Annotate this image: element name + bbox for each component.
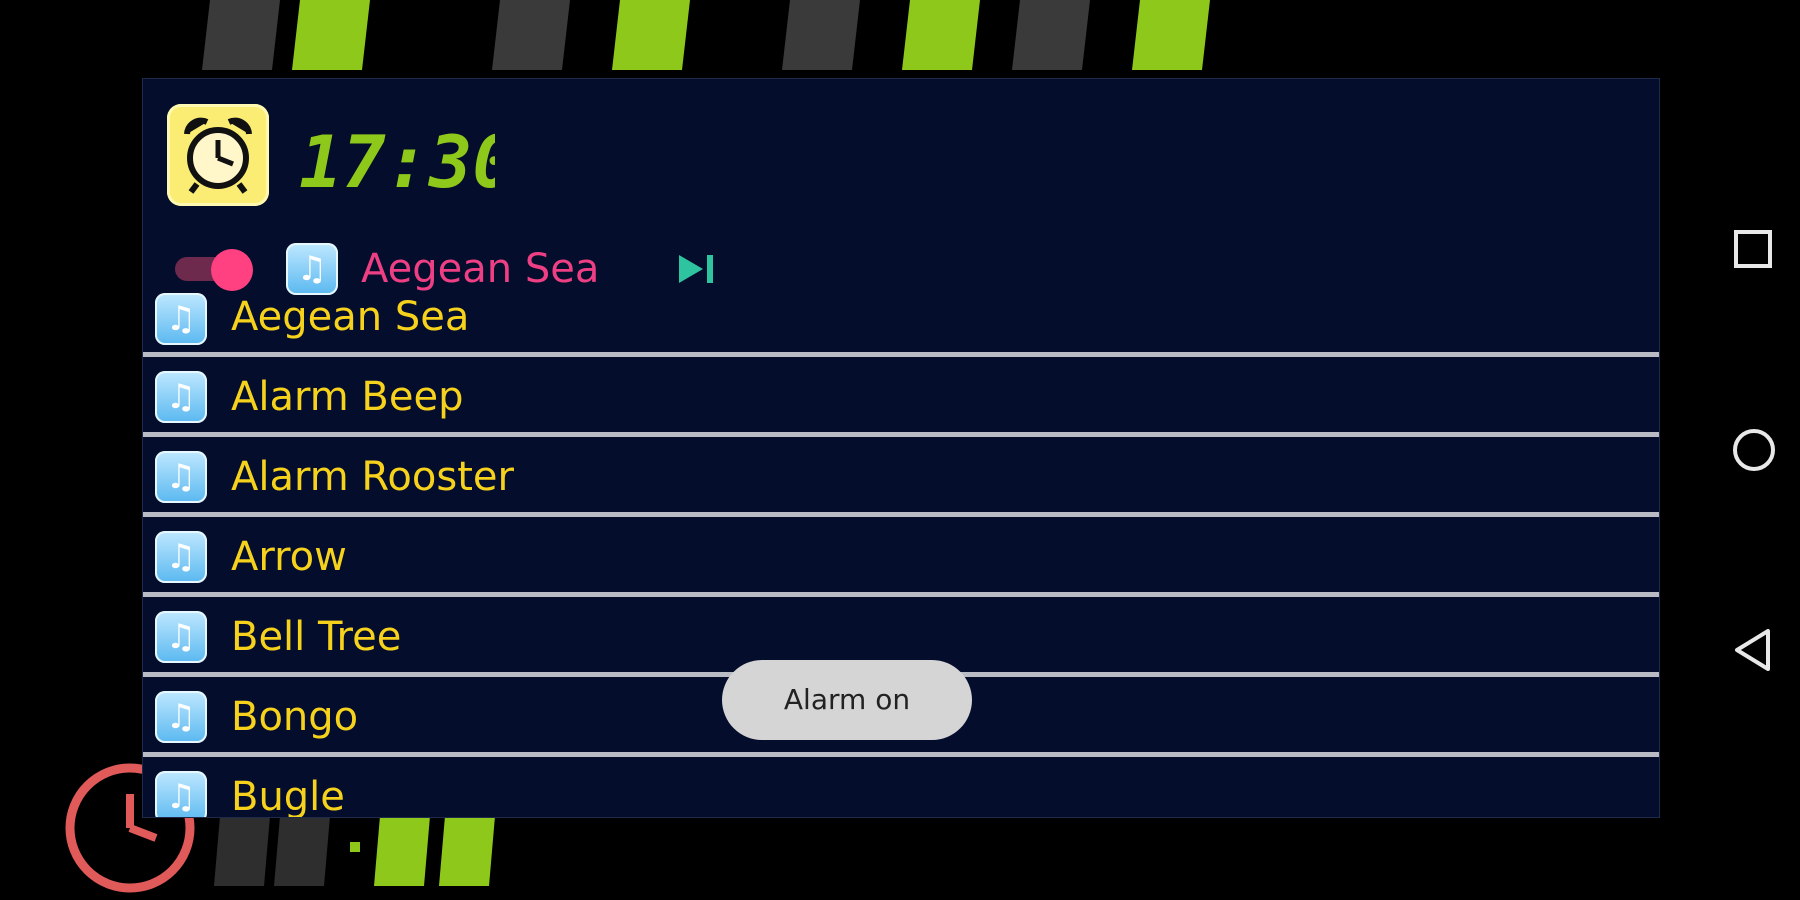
sound-label: Aegean Sea xyxy=(231,294,470,340)
music-note-icon: ♫ xyxy=(155,293,207,345)
music-note-icon: ♫ xyxy=(155,371,207,423)
alarm-time-display[interactable]: 17:30 xyxy=(295,121,495,197)
list-item[interactable]: ♫ Aegean Sea xyxy=(143,269,1659,357)
list-item[interactable]: ♫ Alarm Beep xyxy=(143,357,1659,437)
list-item[interactable]: ♫ Bugle xyxy=(143,757,1659,818)
alarm-clock-icon[interactable] xyxy=(167,104,269,206)
music-note-icon: ♫ xyxy=(155,611,207,663)
circle-home-icon[interactable] xyxy=(1730,426,1778,474)
music-note-icon: ♫ xyxy=(155,451,207,503)
system-nav-bar xyxy=(1700,0,1800,900)
list-item[interactable]: ♫ Alarm Rooster xyxy=(143,437,1659,517)
sound-list: ♫ Aegean Sea ♫ Alarm Beep ♫ Alarm Rooste… xyxy=(143,293,1659,818)
sound-label: Alarm Rooster xyxy=(231,454,514,500)
triangle-back-icon[interactable] xyxy=(1730,626,1778,674)
music-note-icon: ♫ xyxy=(155,531,207,583)
background-bottom-digits xyxy=(214,816,495,886)
sound-label: Bell Tree xyxy=(231,614,402,660)
list-item[interactable]: ♫ Arrow xyxy=(143,517,1659,597)
alarm-time-text: 17:30 xyxy=(299,121,495,197)
background-clock-digits xyxy=(202,0,1210,70)
music-note-icon: ♫ xyxy=(155,691,207,743)
alarm-toast: Alarm on xyxy=(722,660,972,740)
sound-label: Bugle xyxy=(231,774,345,818)
dialog-header: 17:30 xyxy=(143,79,1659,229)
sound-label: Arrow xyxy=(231,534,347,580)
music-note-icon: ♫ xyxy=(155,771,207,817)
square-recents-icon[interactable] xyxy=(1730,226,1778,274)
sound-label: Alarm Beep xyxy=(231,374,464,420)
sound-label: Bongo xyxy=(231,694,359,740)
